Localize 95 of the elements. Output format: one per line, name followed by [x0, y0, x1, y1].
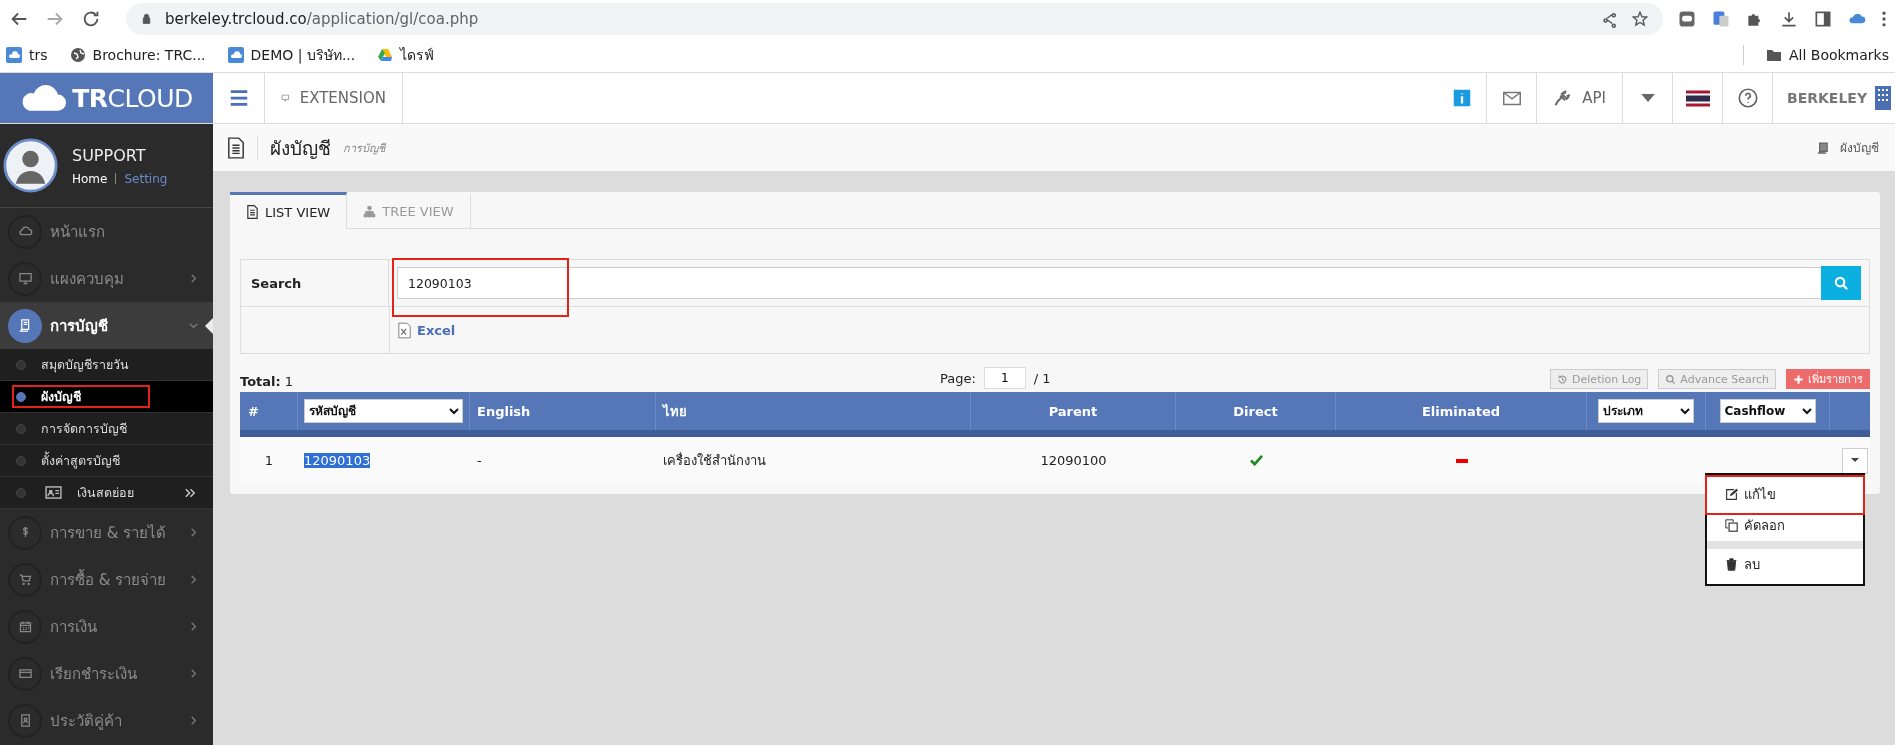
column-header: Eliminated [1421, 403, 1501, 419]
pointer-icon [205, 318, 213, 334]
excel-link[interactable]: Excel [390, 307, 456, 353]
cloud-icon [6, 46, 22, 63]
address-bar[interactable]: berkeley.trcloud.co/application/gl/coa.php [126, 2, 1663, 35]
logo-text: TRCLOUD [72, 83, 193, 113]
menu-item[interactable]: การซื้อ & รายจ่าย [0, 556, 213, 603]
menu-item-icon [8, 308, 42, 343]
flag-icon [1685, 89, 1710, 107]
menu-option[interactable]: ลบ [1707, 549, 1863, 580]
submenu-item[interactable]: ผังบัญชี [0, 381, 213, 413]
caret-icon [1640, 93, 1655, 103]
column-filter[interactable]: ประเภท [1598, 399, 1694, 423]
globe-icon [69, 46, 86, 63]
column-header: ไทย [663, 402, 687, 421]
menu-item[interactable]: หน้าแรก [0, 208, 213, 255]
building-icon [1875, 86, 1892, 110]
bookmark-link[interactable]: ไดรฟ์ [377, 43, 435, 66]
submenu-item[interactable]: ตั้งค่าสูตรบัญชี [0, 445, 213, 477]
bookmark-link[interactable]: trs [6, 46, 48, 63]
search-label: Search [241, 260, 389, 306]
submenu-item[interactable]: การจัดการบัญชี [0, 413, 213, 445]
drive-icon [377, 46, 394, 63]
bookmark-link[interactable]: Brochure: TRC... [69, 46, 206, 63]
star-icon[interactable] [1631, 9, 1649, 28]
copy-icon [1725, 519, 1738, 532]
search-icon [1832, 274, 1850, 292]
menu-item-icon [8, 609, 42, 644]
id-card-icon [45, 486, 62, 499]
lock-icon [140, 11, 153, 26]
plus-icon [1793, 373, 1804, 385]
url-text: berkeley.trcloud.co/application/gl/coa.php [165, 9, 479, 28]
menu-item-icon [8, 261, 42, 296]
submenu-item[interactable]: สมุดบัญชีรายวัน [0, 349, 213, 381]
avatar [3, 138, 58, 193]
table-cell: 12090103 [304, 453, 371, 468]
submenu-item[interactable]: เงินสดย่อย [0, 477, 213, 509]
menu-item-icon [8, 562, 42, 597]
help-icon [1736, 87, 1759, 109]
document-icon [227, 136, 245, 159]
bullet-dot [16, 423, 26, 434]
logo[interactable]: TRCLOUD [0, 73, 213, 123]
column-header: English [477, 403, 531, 419]
search-field[interactable]: 12090103 [397, 267, 1821, 299]
document-icon [246, 205, 259, 219]
page-field[interactable]: 1 [983, 367, 1026, 389]
page-count: / 1 [1033, 370, 1051, 386]
column-header: Direct [1233, 403, 1278, 419]
menu-item-icon [8, 515, 42, 550]
page-subtitle: การบัญชี [343, 140, 385, 157]
edit-icon [1725, 488, 1738, 501]
history-icon [1557, 373, 1569, 385]
excel-file-icon [398, 321, 411, 339]
menu-item[interactable]: แผงควบคุม [0, 255, 213, 302]
setting-link[interactable]: Setting [124, 171, 168, 186]
book-icon [1818, 141, 1828, 154]
table-cell: 1 [264, 453, 274, 468]
bullet-dot [16, 391, 26, 402]
row-menu-button[interactable] [1842, 447, 1868, 474]
double-chevron-icon [184, 486, 197, 499]
bookmark-link[interactable]: DEMO | บริษัท... [227, 43, 356, 66]
column-filter[interactable]: รหัสบัญชี [304, 399, 463, 423]
column-filter[interactable]: Cashflow [1719, 399, 1816, 423]
menu-item[interactable]: เรียกชำระเงิน [0, 650, 213, 697]
menu-item[interactable]: การบัญชี [0, 302, 213, 349]
bullet-dot [16, 487, 26, 498]
menu-item-icon [8, 214, 42, 249]
column-header: Parent [1048, 403, 1098, 419]
total-count: Total: 1 [240, 374, 295, 389]
menu-item[interactable]: ประวัติคู่ค้า [0, 697, 213, 744]
menu-item[interactable]: การขาย & รายได้ [0, 509, 213, 556]
table-cell: - [477, 453, 482, 468]
table-cell-text: เครื่องใช้สำนักงาน [663, 451, 766, 470]
page-title: ผังบัญชี [270, 135, 331, 161]
trash-icon [1725, 558, 1738, 571]
search-icon [1665, 373, 1677, 385]
page-label: Page: [940, 370, 976, 386]
bullet-dot [16, 359, 26, 370]
breadcrumb[interactable]: ผังบัญชี [1840, 138, 1879, 157]
home-link[interactable]: Home [72, 171, 108, 186]
bullet-dot [16, 455, 26, 466]
menu-option[interactable]: แก้ไข [1707, 479, 1863, 510]
menu-item[interactable]: การเงิน [0, 603, 213, 650]
caret-icon [1851, 458, 1859, 463]
cloud-icon [227, 46, 244, 63]
all-bookmarks-link[interactable]: All Bookmarks [1765, 46, 1889, 63]
menu-option[interactable]: คัดลอก [1707, 510, 1863, 541]
hierarchy-icon [363, 204, 377, 219]
column-header: # [248, 403, 259, 419]
menu-item-icon [8, 656, 42, 691]
menu-item-icon [8, 703, 42, 738]
view-tab[interactable]: LIST VIEW [230, 192, 348, 229]
table-cell: 12090100 [1040, 453, 1107, 468]
cloud-logo-icon [20, 84, 67, 112]
user-name: SUPPORT [72, 145, 147, 165]
